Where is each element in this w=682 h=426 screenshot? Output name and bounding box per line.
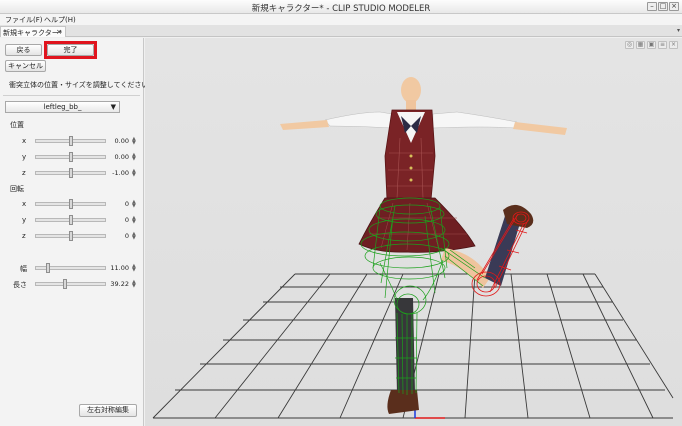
rotation-z-slider[interactable] xyxy=(35,231,106,241)
collision-settings-panel: 戻る 完了 キャンセル 衝突立体の位置・サイズを調整してください。 leftle… xyxy=(0,38,155,426)
back-button[interactable]: 戻る xyxy=(5,44,42,56)
position-z-spinner[interactable]: ▲ ▼ xyxy=(132,169,136,178)
character-model xyxy=(280,77,567,414)
bone-select-value: leftleg_bb_ xyxy=(43,103,82,111)
close-window-button[interactable]: × xyxy=(669,2,679,11)
slider-thumb[interactable] xyxy=(46,263,50,273)
app-window: 新規キャラクター* - CLIP STUDIO MODELER – □ × ファ… xyxy=(0,0,682,426)
rotation-y-slider[interactable] xyxy=(35,215,106,225)
slider-thumb[interactable] xyxy=(69,215,73,225)
position-z-value[interactable]: -1.00 xyxy=(107,169,129,177)
position-y-value[interactable]: 0.00 xyxy=(107,153,129,161)
position-z-label: z xyxy=(22,169,26,177)
rotation-y-value[interactable]: 0 xyxy=(107,216,129,224)
rotation-x-slider[interactable] xyxy=(35,199,106,209)
document-tab-bar: 新規キャラクター* × ▾ xyxy=(0,25,682,37)
chevron-down-icon: ▼ xyxy=(110,103,116,111)
scene-canvas[interactable] xyxy=(145,38,682,426)
rotation-heading: 回転 xyxy=(10,185,24,193)
slider-thumb[interactable] xyxy=(69,136,73,146)
position-y-slider[interactable] xyxy=(35,152,106,162)
position-x-label: x xyxy=(22,137,27,145)
rotation-x-value[interactable]: 0 xyxy=(107,200,129,208)
tab-label: 新規キャラクター* xyxy=(3,29,63,37)
cancel-button[interactable]: キャンセル xyxy=(5,60,46,72)
instruction-text: 衝突立体の位置・サイズを調整してください。 xyxy=(9,81,156,89)
slider-thumb[interactable] xyxy=(69,199,73,209)
width-slider[interactable] xyxy=(35,263,106,273)
rotation-z-value[interactable]: 0 xyxy=(107,232,129,240)
menu-file[interactable]: ファイル(F) xyxy=(5,15,43,25)
width-value[interactable]: 11.00 xyxy=(107,264,129,272)
tab-document[interactable]: 新規キャラクター* × xyxy=(0,26,66,37)
rotation-y-label: y xyxy=(22,216,27,224)
length-slider[interactable] xyxy=(35,279,106,289)
divider xyxy=(3,95,140,96)
tab-close-icon[interactable]: × xyxy=(56,28,62,36)
position-x-slider[interactable] xyxy=(35,136,106,146)
minimize-button[interactable]: – xyxy=(647,2,657,11)
menu-help[interactable]: ヘルプ(H) xyxy=(44,15,76,25)
window-title: 新規キャラクター* - CLIP STUDIO MODELER xyxy=(251,4,431,14)
position-x-spinner[interactable]: ▲ ▼ xyxy=(132,137,136,146)
position-z-slider[interactable] xyxy=(35,168,106,178)
position-y-spinner[interactable]: ▲ ▼ xyxy=(132,153,136,162)
width-label: 幅 xyxy=(20,265,27,273)
3d-viewport[interactable]: ◎ ▦ ▣ ≡ × xyxy=(145,38,682,426)
rotation-z-spinner[interactable]: ▲ ▼ xyxy=(132,232,136,241)
rotation-y-spinner[interactable]: ▲ ▼ xyxy=(132,216,136,225)
length-value[interactable]: 39.22 xyxy=(107,280,129,288)
done-highlight-box xyxy=(44,41,97,59)
slider-thumb[interactable] xyxy=(69,168,73,178)
length-spinner[interactable]: ▲ ▼ xyxy=(132,280,136,289)
symmetry-edit-button[interactable]: 左右対称編集 xyxy=(79,404,137,417)
menu-bar: ファイル(F) ヘルプ(H) xyxy=(0,14,682,25)
position-heading: 位置 xyxy=(10,121,24,129)
maximize-button[interactable]: □ xyxy=(658,2,668,11)
position-y-label: y xyxy=(22,153,27,161)
rotation-x-label: x xyxy=(22,200,27,208)
rotation-z-label: z xyxy=(22,232,26,240)
slider-thumb[interactable] xyxy=(69,231,73,241)
slider-thumb[interactable] xyxy=(63,279,67,289)
slider-thumb[interactable] xyxy=(69,152,73,162)
position-x-value[interactable]: 0.00 xyxy=(107,137,129,145)
length-label: 長さ xyxy=(13,281,27,289)
title-bar: 新規キャラクター* - CLIP STUDIO MODELER – □ × xyxy=(0,0,682,14)
tab-list-chevron-icon[interactable]: ▾ xyxy=(677,27,680,34)
width-spinner[interactable]: ▲ ▼ xyxy=(132,264,136,273)
rotation-x-spinner[interactable]: ▲ ▼ xyxy=(132,200,136,209)
bone-select[interactable]: leftleg_bb_ ▼ xyxy=(5,101,120,113)
